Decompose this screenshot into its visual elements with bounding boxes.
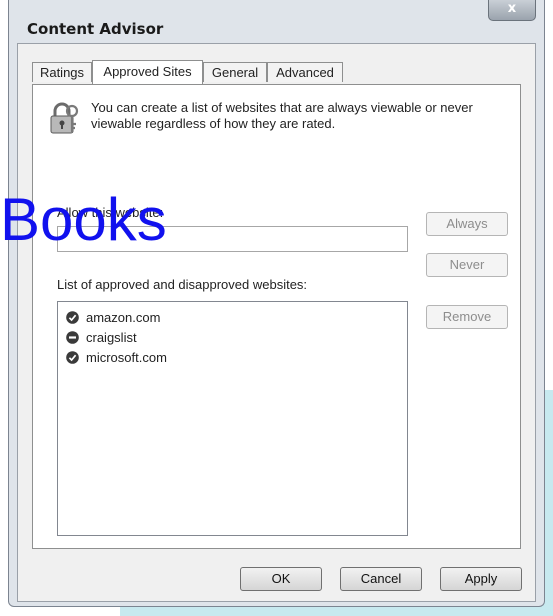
- window-title: Content Advisor: [27, 20, 164, 38]
- check-circle-icon: [66, 350, 79, 364]
- books-watermark: Books: [0, 186, 167, 253]
- list-item[interactable]: amazon.com: [66, 308, 160, 326]
- list-item[interactable]: craigslist: [66, 328, 137, 346]
- ok-button[interactable]: OK: [240, 567, 322, 591]
- keys-icon: [50, 102, 79, 134]
- never-button[interactable]: Never: [426, 253, 508, 277]
- minus-circle-icon: [66, 330, 79, 344]
- close-icon: x: [507, 1, 517, 16]
- list-item[interactable]: microsoft.com: [66, 348, 167, 366]
- site-name: amazon.com: [86, 309, 161, 325]
- always-button[interactable]: Always: [426, 212, 508, 236]
- approved-sites-panel: You can create a list of websites that a…: [32, 84, 521, 549]
- cancel-button[interactable]: Cancel: [340, 567, 422, 591]
- info-text: You can create a list of websites that a…: [91, 100, 473, 131]
- tab-advanced[interactable]: Advanced: [267, 62, 343, 82]
- tab-ratings[interactable]: Ratings: [32, 62, 92, 82]
- content-advisor-dialog: Content Advisor x Ratings Approved Sites…: [8, 0, 545, 607]
- site-list-label: List of approved and disapproved website…: [57, 277, 308, 292]
- site-name: craigslist: [86, 329, 137, 345]
- remove-button[interactable]: Remove: [426, 305, 508, 329]
- site-list[interactable]: amazon.com craigslist microsoft.com: [57, 301, 408, 536]
- tab-general[interactable]: General: [203, 62, 267, 82]
- tab-approved-sites[interactable]: Approved Sites: [92, 60, 203, 84]
- check-circle-icon: [66, 310, 79, 324]
- close-button[interactable]: x: [488, 0, 536, 21]
- apply-button[interactable]: Apply: [440, 567, 522, 591]
- dialog-client-area: Ratings Approved Sites General Advanced …: [17, 43, 536, 602]
- site-name: microsoft.com: [86, 349, 167, 365]
